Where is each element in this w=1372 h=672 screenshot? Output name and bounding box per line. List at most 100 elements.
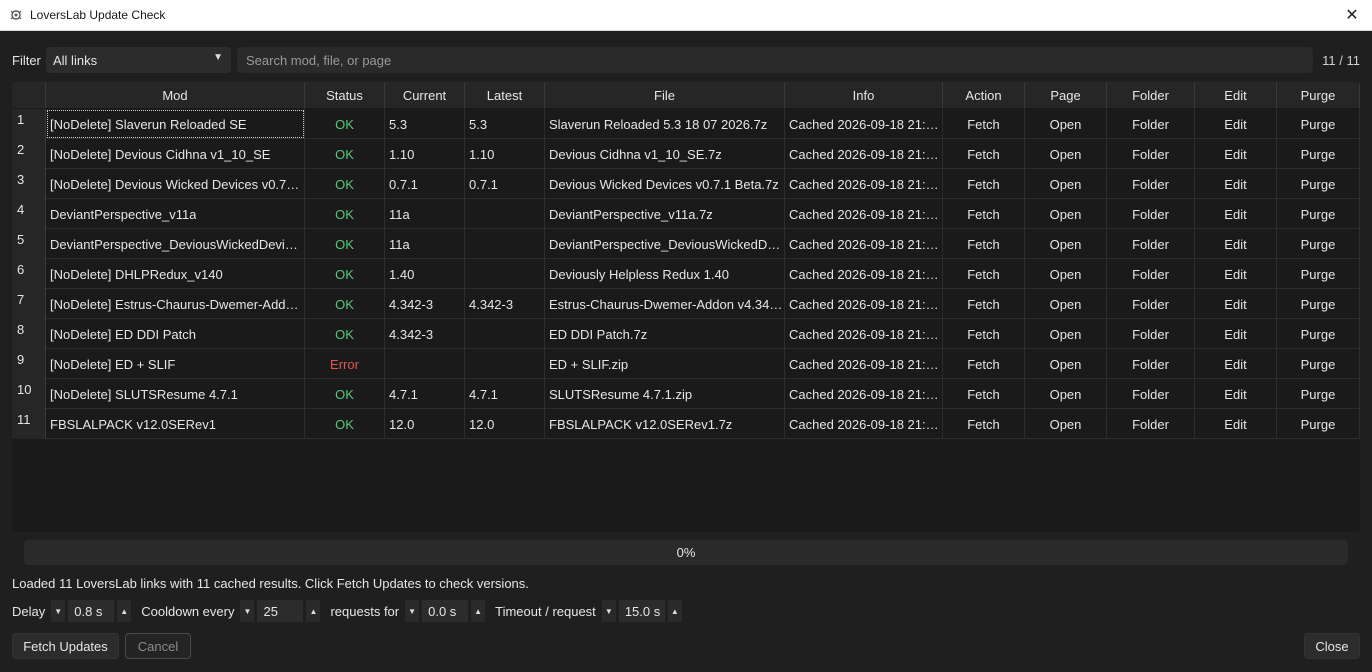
column-header-folder[interactable]: Folder [1107,82,1195,108]
column-header-page[interactable]: Page [1025,82,1107,108]
edit-button[interactable]: Edit [1195,409,1277,439]
close-icon[interactable]: ✕ [1340,4,1364,26]
chevron-down-icon[interactable]: ▼ [601,600,616,622]
purge-button[interactable]: Purge [1277,229,1360,259]
fetch-button[interactable]: Fetch [943,319,1025,349]
edit-button[interactable]: Edit [1195,199,1277,229]
open-page-button[interactable]: Open [1025,169,1107,199]
open-folder-button[interactable]: Folder [1107,289,1195,319]
cancel-button[interactable]: Cancel [125,633,191,659]
purge-button[interactable]: Purge [1277,139,1360,169]
open-folder-button-text: Folder [1132,416,1169,432]
column-header-purge[interactable]: Purge [1277,82,1360,108]
edit-button[interactable]: Edit [1195,259,1277,289]
table-row[interactable]: 3 [NoDelete] Devious Wicked Devices v0.7…… [12,169,1360,199]
requests-value[interactable]: 0.0 s [422,600,469,622]
column-header-action[interactable]: Action [943,82,1025,108]
table-row[interactable]: 5 DeviantPerspective_DeviousWickedDevice…… [12,229,1360,259]
purge-button[interactable]: Purge [1277,169,1360,199]
open-folder-button[interactable]: Folder [1107,169,1195,199]
purge-button[interactable]: Purge [1277,259,1360,289]
table-row[interactable]: 7 [NoDelete] Estrus-Chaurus-Dwemer-Add… OK… [12,289,1360,319]
open-page-button[interactable]: Open [1025,109,1107,139]
chevron-down-icon[interactable]: ▼ [405,600,420,622]
rownum-header[interactable] [12,82,46,108]
chevron-up-icon[interactable]: ▲ [667,600,682,622]
table-row[interactable]: 6 [NoDelete] DHLPRedux_v140 OK 1.40 Deviousl… [12,259,1360,289]
fetch-button[interactable]: Fetch [943,169,1025,199]
fetch-button[interactable]: Fetch [943,259,1025,289]
purge-button[interactable]: Purge [1277,199,1360,229]
open-folder-button[interactable]: Folder [1107,199,1195,229]
search-input[interactable] [237,47,1313,73]
filter-dropdown[interactable]: All links ▼ [46,47,231,73]
chevron-up-icon[interactable]: ▲ [471,600,486,622]
fetch-button[interactable]: Fetch [943,139,1025,169]
open-page-button[interactable]: Open [1025,289,1107,319]
open-folder-button[interactable]: Folder [1107,109,1195,139]
purge-button-text: Purge [1300,176,1336,192]
file-cell: Devious Cidhna v1_10_SE.7z [545,139,785,169]
edit-button[interactable]: Edit [1195,289,1277,319]
fetch-button[interactable]: Fetch [943,409,1025,439]
open-folder-button[interactable]: Folder [1107,139,1195,169]
purge-button[interactable]: Purge [1277,379,1360,409]
column-header-info[interactable]: Info [785,82,943,108]
edit-button[interactable]: Edit [1195,169,1277,199]
open-page-button[interactable]: Open [1025,259,1107,289]
open-folder-button[interactable]: Folder [1107,259,1195,289]
purge-button[interactable]: Purge [1277,409,1360,439]
column-header-latest[interactable]: Latest [465,82,545,108]
purge-button[interactable]: Purge [1277,289,1360,319]
table-row[interactable]: 2 [NoDelete] Devious Cidhna v1_10_SE OK 1.1… [12,139,1360,169]
purge-button[interactable]: Purge [1277,319,1360,349]
column-header-status[interactable]: Status [305,82,385,108]
purge-button[interactable]: Purge [1277,109,1360,139]
edit-button[interactable]: Edit [1195,379,1277,409]
open-page-button[interactable]: Open [1025,379,1107,409]
fetch-button[interactable]: Fetch [943,109,1025,139]
column-header-mod[interactable]: Mod [46,82,305,108]
column-header-current[interactable]: Current [385,82,465,108]
open-page-button[interactable]: Open [1025,409,1107,439]
delay-label: Delay [12,603,46,619]
table-row[interactable]: 4 DeviantPerspective_v11a OK 11a DeviantPers… [12,199,1360,229]
edit-button[interactable]: Edit [1195,109,1277,139]
table-row[interactable]: 9 [NoDelete] ED + SLIF Error ED + SLIF.zip C… [12,349,1360,379]
chevron-up-icon[interactable]: ▲ [117,600,132,622]
open-folder-button[interactable]: Folder [1107,409,1195,439]
edit-button[interactable]: Edit [1195,349,1277,379]
open-folder-button[interactable]: Folder [1107,349,1195,379]
chevron-down-icon[interactable]: ▼ [51,600,66,622]
fetch-button[interactable]: Fetch [943,379,1025,409]
chevron-down-icon[interactable]: ▼ [240,600,255,622]
open-page-button[interactable]: Open [1025,199,1107,229]
open-folder-button[interactable]: Folder [1107,319,1195,349]
open-page-button[interactable]: Open [1025,229,1107,259]
column-header-file[interactable]: File [545,82,785,108]
open-folder-button[interactable]: Folder [1107,379,1195,409]
delay-value[interactable]: 0.8 s [68,600,115,622]
purge-button[interactable]: Purge [1277,349,1360,379]
fetch-button[interactable]: Fetch [943,229,1025,259]
fetch-updates-button[interactable]: Fetch Updates [12,633,119,659]
table-row[interactable]: 1 [NoDelete] Slaverun Reloaded SE OK 5.3 5.3… [12,109,1360,139]
open-page-button[interactable]: Open [1025,139,1107,169]
fetch-button[interactable]: Fetch [943,289,1025,319]
chevron-up-icon[interactable]: ▲ [306,600,321,622]
close-button[interactable]: Close [1304,633,1360,659]
open-folder-button[interactable]: Folder [1107,229,1195,259]
edit-button[interactable]: Edit [1195,319,1277,349]
timeout-value[interactable]: 15.0 s [618,600,665,622]
open-page-button[interactable]: Open [1025,349,1107,379]
edit-button[interactable]: Edit [1195,229,1277,259]
table-row[interactable]: 10 [NoDelete] SLUTSResume 4.7.1 OK 4.7.1 4.7… [12,379,1360,409]
edit-button[interactable]: Edit [1195,139,1277,169]
column-header-edit[interactable]: Edit [1195,82,1277,108]
open-page-button[interactable]: Open [1025,319,1107,349]
table-row[interactable]: 8 [NoDelete] ED DDI Patch OK 4.342-3 ED DDI … [12,319,1360,349]
cooldown-value[interactable]: 25 [257,600,304,622]
table-row[interactable]: 11 FBSLALPACK v12.0SERev1 OK 12.0 12.0 FBSLAL… [12,409,1360,439]
fetch-button[interactable]: Fetch [943,199,1025,229]
fetch-button[interactable]: Fetch [943,349,1025,379]
